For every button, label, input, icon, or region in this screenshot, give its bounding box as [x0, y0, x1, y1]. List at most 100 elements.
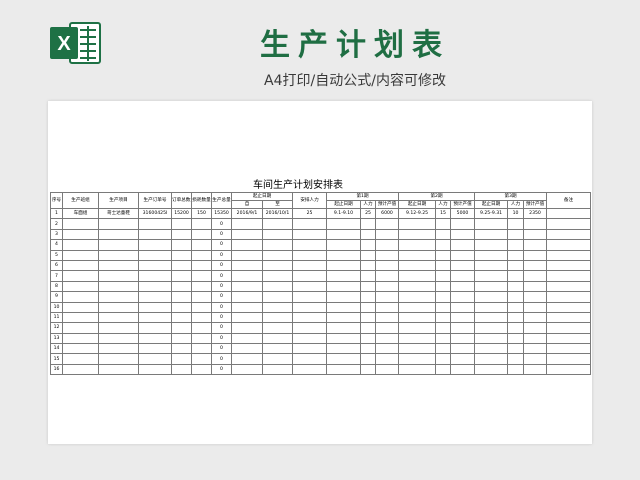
cell-project[interactable] — [98, 291, 139, 303]
cell-p2-staff[interactable] — [435, 332, 452, 345]
cell-from[interactable] — [231, 363, 263, 376]
cell-staff[interactable] — [292, 311, 328, 324]
cell-p3-output[interactable] — [523, 228, 548, 241]
cell-p3-output[interactable] — [523, 363, 548, 376]
cell-p3-dates[interactable] — [474, 218, 509, 230]
cell-p2-output[interactable] — [450, 239, 476, 251]
cell-total-qty[interactable]: 0 — [211, 301, 232, 313]
cell-p3-output[interactable] — [523, 322, 548, 334]
cell-p2-output[interactable] — [450, 332, 476, 345]
cell-total-qty[interactable]: 0 — [211, 363, 232, 376]
cell-total-qty[interactable]: 0 — [211, 259, 232, 272]
cell-remarks[interactable] — [546, 249, 592, 261]
cell-p3-dates[interactable] — [474, 291, 509, 303]
cell-total-qty[interactable]: 15350 — [211, 207, 232, 220]
cell-p3-staff[interactable] — [507, 259, 525, 272]
cell-p2-dates[interactable] — [398, 322, 437, 334]
cell-team[interactable] — [62, 228, 99, 241]
cell-staff[interactable] — [292, 363, 328, 376]
cell-project[interactable] — [98, 239, 139, 251]
cell-order-qty[interactable]: 15200 — [171, 207, 192, 220]
cell-p3-output[interactable] — [523, 218, 548, 230]
cell-p3-dates[interactable] — [474, 270, 509, 282]
cell-remarks[interactable] — [546, 311, 592, 324]
cell-p3-output[interactable] — [523, 259, 548, 272]
cell-seq[interactable]: 12 — [50, 322, 63, 334]
cell-p1-output[interactable] — [375, 343, 400, 355]
cell-p3-staff[interactable] — [507, 218, 525, 230]
cell-p1-output[interactable] — [375, 218, 400, 230]
cell-p2-output[interactable] — [450, 363, 476, 376]
cell-seq[interactable]: 7 — [50, 270, 63, 282]
cell-total-qty[interactable]: 0 — [211, 353, 232, 365]
cell-p1-staff[interactable] — [360, 270, 377, 282]
cell-order-qty[interactable] — [171, 311, 192, 324]
cell-to[interactable] — [261, 363, 294, 376]
cell-to[interactable] — [261, 280, 294, 293]
cell-p3-dates[interactable] — [474, 311, 509, 324]
cell-remarks[interactable] — [546, 332, 592, 345]
cell-team[interactable] — [62, 301, 99, 313]
cell-remarks[interactable] — [546, 343, 592, 355]
cell-seq[interactable]: 9 — [50, 291, 63, 303]
cell-staff[interactable] — [292, 218, 328, 230]
cell-to[interactable] — [261, 239, 294, 251]
cell-order-no[interactable] — [138, 353, 172, 365]
cell-p3-output[interactable] — [523, 239, 548, 251]
cell-p1-output[interactable] — [375, 353, 400, 365]
cell-loss-qty[interactable] — [191, 291, 212, 303]
cell-p2-staff[interactable] — [435, 291, 452, 303]
cell-from[interactable] — [231, 280, 263, 293]
cell-project[interactable] — [98, 311, 139, 324]
cell-p1-output[interactable] — [375, 291, 400, 303]
cell-p1-dates[interactable] — [326, 280, 362, 293]
cell-order-no[interactable] — [138, 291, 172, 303]
cell-loss-qty[interactable] — [191, 301, 212, 313]
cell-from[interactable] — [231, 353, 263, 365]
cell-p3-output[interactable]: 2350 — [523, 207, 548, 220]
cell-p2-output[interactable] — [450, 270, 476, 282]
cell-remarks[interactable] — [546, 291, 592, 303]
cell-order-qty[interactable] — [171, 228, 192, 241]
cell-to[interactable] — [261, 228, 294, 241]
cell-order-no[interactable]: 31600425I — [138, 207, 172, 220]
cell-p2-staff[interactable] — [435, 343, 452, 355]
cell-p3-dates[interactable] — [474, 259, 509, 272]
cell-p2-staff[interactable] — [435, 322, 452, 334]
cell-p3-dates[interactable] — [474, 249, 509, 261]
cell-staff[interactable] — [292, 332, 328, 345]
cell-p3-staff[interactable] — [507, 322, 525, 334]
cell-loss-qty[interactable] — [191, 343, 212, 355]
cell-from[interactable] — [231, 239, 263, 251]
cell-seq[interactable]: 8 — [50, 280, 63, 293]
cell-to[interactable] — [261, 249, 294, 261]
cell-p1-output[interactable] — [375, 363, 400, 376]
cell-team[interactable] — [62, 363, 99, 376]
cell-p2-dates[interactable] — [398, 280, 437, 293]
cell-staff[interactable] — [292, 259, 328, 272]
cell-team[interactable] — [62, 353, 99, 365]
cell-p3-dates[interactable] — [474, 353, 509, 365]
cell-loss-qty[interactable] — [191, 332, 212, 345]
cell-p1-staff[interactable] — [360, 353, 377, 365]
cell-p2-staff[interactable]: 15 — [435, 207, 452, 220]
cell-p3-dates[interactable] — [474, 322, 509, 334]
cell-p2-output[interactable] — [450, 291, 476, 303]
cell-order-no[interactable] — [138, 322, 172, 334]
cell-order-qty[interactable] — [171, 239, 192, 251]
cell-p2-dates[interactable] — [398, 343, 437, 355]
cell-p2-dates[interactable]: 9.12-9.25 — [398, 207, 437, 220]
cell-p2-dates[interactable] — [398, 332, 437, 345]
cell-project[interactable] — [98, 280, 139, 293]
cell-order-no[interactable] — [138, 239, 172, 251]
cell-from[interactable] — [231, 218, 263, 230]
cell-p2-dates[interactable] — [398, 249, 437, 261]
cell-p3-output[interactable] — [523, 343, 548, 355]
cell-order-qty[interactable] — [171, 353, 192, 365]
cell-team[interactable] — [62, 322, 99, 334]
cell-loss-qty[interactable] — [191, 218, 212, 230]
cell-p2-output[interactable] — [450, 280, 476, 293]
cell-staff[interactable]: 25 — [292, 207, 328, 220]
cell-order-no[interactable] — [138, 228, 172, 241]
cell-p1-dates[interactable] — [326, 332, 362, 345]
